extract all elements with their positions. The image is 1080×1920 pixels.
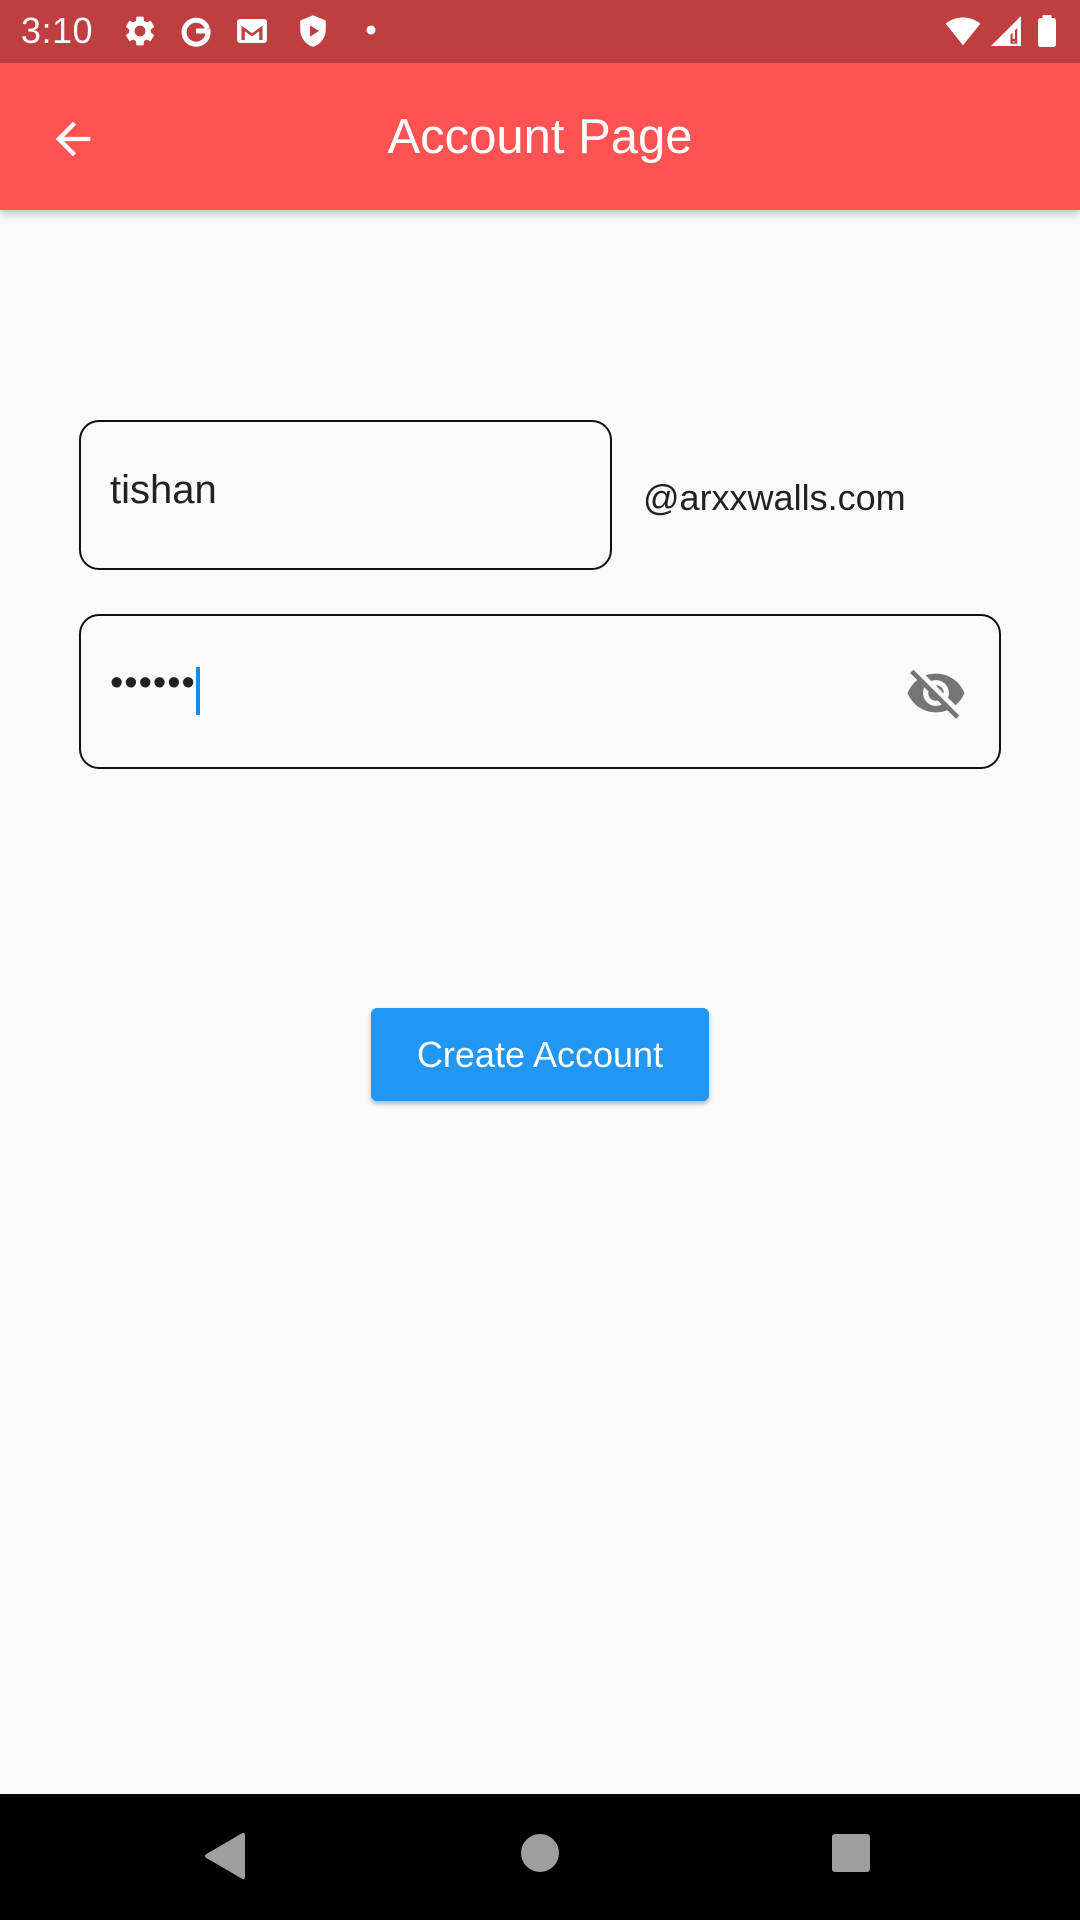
- app-bar: Account Page: [0, 63, 1080, 210]
- password-field[interactable]: ••••••: [79, 614, 1001, 769]
- create-account-button[interactable]: Create Account: [371, 1008, 709, 1101]
- shield-play-icon: [295, 13, 331, 49]
- google-g-icon: [178, 13, 214, 49]
- wifi-icon: [943, 13, 983, 49]
- password-value: ••••••: [110, 662, 196, 704]
- status-time: 3:10: [21, 10, 94, 51]
- back-button[interactable]: [35, 101, 111, 177]
- recents-square-icon[interactable]: [830, 1832, 872, 1874]
- gmail-icon: [234, 13, 270, 49]
- navigation-bar: [0, 1794, 1080, 1920]
- cell-signal-icon: [988, 13, 1024, 49]
- page-title: Account Page: [387, 109, 693, 164]
- arrow-back-icon: [47, 113, 99, 165]
- settings-gear-icon: [122, 13, 158, 49]
- status-bar: 3:10: [0, 0, 1080, 63]
- dot-icon: [360, 13, 382, 49]
- home-circle-icon[interactable]: [519, 1832, 561, 1874]
- username-value: tishan: [110, 468, 217, 512]
- username-field[interactable]: tishan: [79, 420, 612, 570]
- visibility-off-icon[interactable]: [905, 662, 967, 724]
- email-domain-suffix: @arxxwalls.com: [643, 477, 906, 518]
- back-triangle-icon[interactable]: [203, 1832, 245, 1880]
- text-caret: [196, 667, 200, 715]
- battery-icon: [1034, 13, 1060, 49]
